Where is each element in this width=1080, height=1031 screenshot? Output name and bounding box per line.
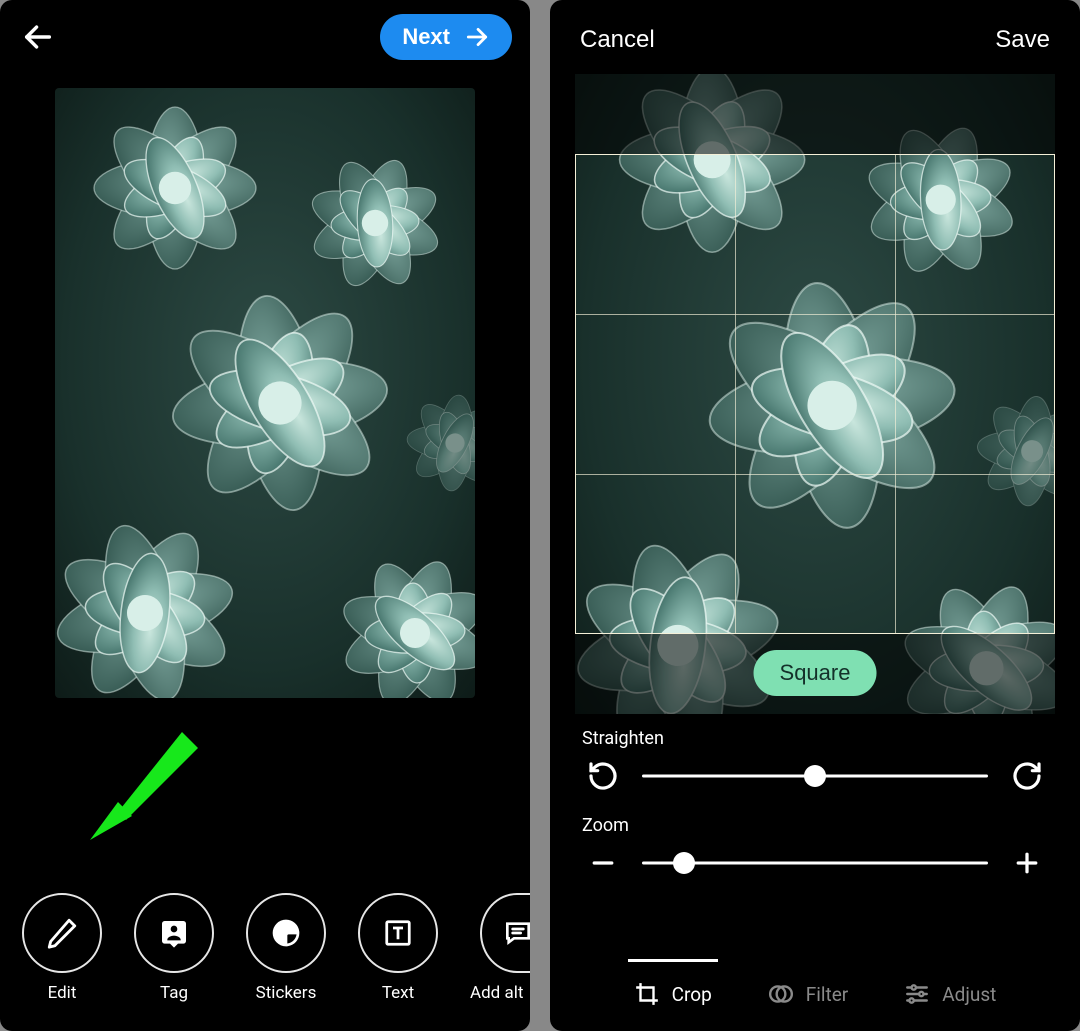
zoom-label: Zoom	[582, 815, 1048, 836]
tool-label: Text	[382, 983, 414, 1003]
filter-icon	[768, 981, 794, 1007]
tool-label: Stickers	[256, 983, 317, 1003]
next-button-label: Next	[402, 24, 450, 50]
tag-person-icon	[158, 917, 190, 949]
tab-filter[interactable]: Filter	[768, 967, 848, 1007]
rotate-ccw-icon	[587, 760, 619, 792]
media-preview-image	[55, 88, 475, 698]
edit-header: Cancel Save	[550, 0, 1080, 68]
arrow-right-icon	[464, 24, 490, 50]
zoom-out-button[interactable]	[582, 842, 624, 884]
edit-tab-row: Crop Filter Adjust	[550, 967, 1080, 1007]
tool-text[interactable]: Text	[358, 893, 438, 1003]
rotate-cw-icon	[1011, 760, 1043, 792]
compose-screen: Next Edit Tag	[0, 0, 530, 1031]
rotate-cw-button[interactable]	[1006, 755, 1048, 797]
rotate-ccw-button[interactable]	[582, 755, 624, 797]
tool-add-alt[interactable]: Add alt	[470, 893, 523, 1003]
minus-icon	[588, 848, 618, 878]
tab-crop[interactable]: Crop	[634, 967, 712, 1007]
tab-label: Crop	[672, 983, 712, 1006]
aspect-ratio-button[interactable]: Square	[754, 650, 877, 696]
back-button[interactable]	[18, 17, 58, 57]
tool-label: Tag	[160, 983, 188, 1003]
straighten-slider[interactable]	[642, 762, 988, 790]
tool-tag[interactable]: Tag	[134, 893, 214, 1003]
crop-canvas[interactable]: Square	[575, 74, 1055, 714]
annotation-arrow-icon	[70, 720, 210, 860]
tool-edit[interactable]: Edit	[22, 893, 102, 1003]
crop-dim-top	[575, 74, 1055, 154]
adjust-icon	[904, 981, 930, 1007]
tool-stickers[interactable]: Stickers	[246, 893, 326, 1003]
compose-tool-row: Edit Tag Stickers Text Add alt	[0, 893, 530, 1003]
zoom-section: Zoom	[550, 797, 1080, 884]
next-button[interactable]: Next	[380, 14, 512, 60]
crop-image	[575, 74, 1055, 714]
tool-label: Edit	[48, 983, 77, 1003]
alt-text-icon	[502, 917, 530, 949]
compose-header: Next	[0, 0, 530, 70]
straighten-section: Straighten	[550, 714, 1080, 797]
zoom-slider[interactable]	[642, 849, 988, 877]
pencil-icon	[45, 916, 79, 950]
cancel-button[interactable]: Cancel	[580, 26, 655, 54]
tool-label: Add alt	[470, 983, 523, 1003]
zoom-in-button[interactable]	[1006, 842, 1048, 884]
tab-adjust[interactable]: Adjust	[904, 967, 996, 1007]
arrow-left-icon	[21, 20, 55, 54]
straighten-label: Straighten	[582, 728, 1048, 749]
edit-screen: Cancel Save Square Straighten Z	[550, 0, 1080, 1031]
media-preview[interactable]	[55, 88, 475, 698]
sticker-icon	[270, 917, 302, 949]
crop-icon	[634, 981, 660, 1007]
tab-label: Filter	[806, 983, 848, 1006]
text-icon	[383, 918, 413, 948]
save-button[interactable]: Save	[995, 26, 1050, 54]
tab-label: Adjust	[942, 983, 996, 1006]
plus-icon	[1012, 848, 1042, 878]
